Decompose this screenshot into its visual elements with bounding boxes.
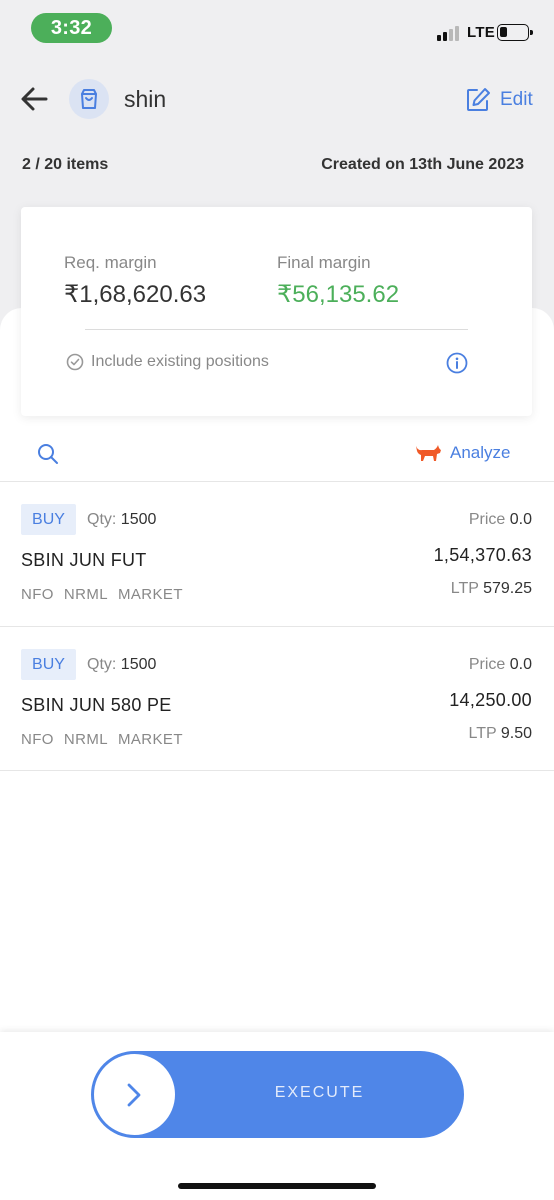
order-tags: NFO NRML MARKET bbox=[21, 586, 193, 603]
items-count: 2 / 20 items bbox=[22, 156, 109, 173]
info-button[interactable] bbox=[446, 352, 468, 379]
req-margin-label: Req. margin bbox=[64, 253, 157, 272]
divider bbox=[0, 770, 554, 771]
price-value: 0.0 bbox=[509, 656, 532, 673]
final-margin-value: ₹56,135.62 bbox=[277, 281, 400, 308]
qty-value: 1500 bbox=[120, 511, 157, 528]
include-existing-label: Include existing positions bbox=[91, 353, 269, 370]
qty-label: Qty: bbox=[87, 656, 117, 673]
qty-label: Qty: bbox=[87, 511, 117, 528]
order-symbol: SBIN JUN FUT bbox=[21, 550, 147, 570]
price-value: 0.0 bbox=[509, 511, 532, 528]
analyze-button[interactable]: Analyze bbox=[414, 442, 510, 464]
shopping-bag-icon bbox=[81, 89, 97, 109]
price-label: Price bbox=[468, 511, 506, 528]
order-ltp: LTP 9.50 bbox=[469, 725, 532, 743]
margin-card: Req. margin ₹1,68,620.63 Final margin ₹5… bbox=[21, 207, 532, 416]
order-row[interactable]: BUY Qty: 1500 SBIN JUN 580 PE NFO NRML MAR… bbox=[0, 626, 554, 771]
network-label: LTE bbox=[467, 24, 496, 41]
battery-icon bbox=[497, 24, 533, 41]
edit-icon bbox=[467, 88, 490, 111]
execute-knob[interactable] bbox=[94, 1054, 175, 1135]
basket-name: shin bbox=[124, 86, 167, 112]
search-icon bbox=[38, 444, 58, 464]
ltp-label: LTP bbox=[468, 725, 497, 742]
order-type-tag: MARKET bbox=[117, 731, 183, 748]
chevron-right-icon bbox=[127, 1083, 141, 1107]
edit-button[interactable]: Edit bbox=[465, 86, 533, 114]
status-time[interactable]: 3:32 bbox=[31, 13, 112, 43]
ltp-value: 9.50 bbox=[500, 725, 532, 742]
basket-avatar bbox=[69, 79, 109, 119]
order-price: Price 0.0 bbox=[469, 656, 532, 674]
order-price: Price 0.0 bbox=[469, 511, 532, 529]
analyze-label: Analyze bbox=[450, 443, 511, 462]
search-button[interactable] bbox=[37, 443, 59, 470]
bull-icon bbox=[416, 445, 441, 461]
order-amount: 1,54,370.63 bbox=[433, 545, 532, 565]
back-button[interactable] bbox=[18, 82, 52, 116]
exchange-tag: NFO bbox=[21, 731, 54, 748]
order-type-tag: MARKET bbox=[117, 586, 183, 603]
signal-icon bbox=[437, 25, 463, 41]
ltp-label: LTP bbox=[450, 580, 479, 597]
arrow-left-icon bbox=[21, 87, 48, 111]
status-bar: 3:32 LTE bbox=[0, 0, 554, 58]
qty-value: 1500 bbox=[120, 656, 157, 673]
include-existing-toggle[interactable]: Include existing positions bbox=[66, 353, 269, 371]
product-tag: NRML bbox=[63, 731, 108, 748]
edit-label: Edit bbox=[500, 89, 533, 110]
side-badge: BUY bbox=[21, 649, 76, 680]
divider bbox=[85, 329, 468, 330]
order-ltp: LTP 579.25 bbox=[451, 580, 532, 598]
product-tag: NRML bbox=[63, 586, 108, 603]
order-qty: Qty: 1500 bbox=[87, 656, 156, 674]
order-qty: Qty: 1500 bbox=[87, 511, 156, 529]
execute-slider[interactable]: EXECUTE bbox=[91, 1051, 464, 1138]
order-symbol: SBIN JUN 580 PE bbox=[21, 695, 172, 715]
info-icon bbox=[446, 352, 468, 374]
price-label: Price bbox=[468, 656, 506, 673]
home-indicator[interactable] bbox=[178, 1183, 376, 1189]
check-circle-icon bbox=[66, 353, 84, 371]
order-row[interactable]: BUY Qty: 1500 SBIN JUN FUT NFO NRML MARKET… bbox=[0, 481, 554, 626]
req-margin-value: ₹1,68,620.63 bbox=[64, 281, 207, 308]
ltp-value: 579.25 bbox=[483, 580, 532, 597]
execute-label: EXECUTE bbox=[274, 1084, 365, 1101]
order-amount: 14,250.00 bbox=[449, 690, 532, 710]
created-date: Created on 13th June 2023 bbox=[321, 156, 524, 173]
order-tags: NFO NRML MARKET bbox=[21, 731, 193, 748]
exchange-tag: NFO bbox=[21, 586, 54, 603]
final-margin-label: Final margin bbox=[277, 253, 371, 272]
side-badge: BUY bbox=[21, 504, 76, 535]
